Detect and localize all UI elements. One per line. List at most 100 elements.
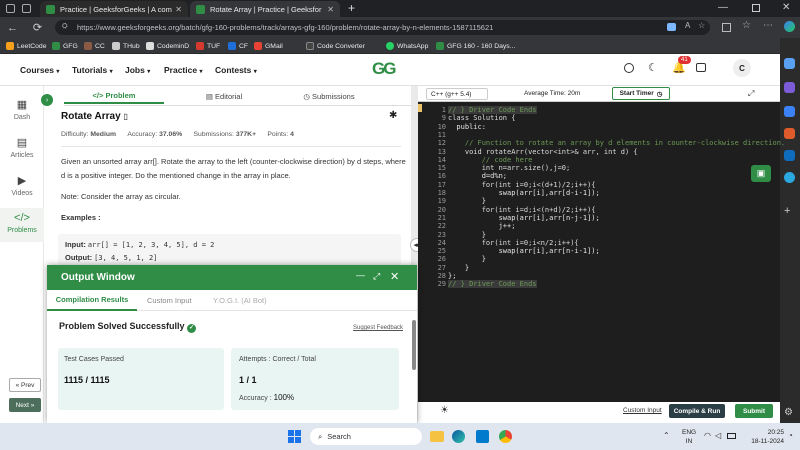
expand-nav-icon[interactable]: › xyxy=(41,94,53,106)
expand-output-icon[interactable]: ⤢ xyxy=(373,271,380,282)
bookmark-codemind[interactable]: CodeminD xyxy=(146,40,189,52)
examples-heading: Examples : xyxy=(61,213,101,222)
menu-contests[interactable]: Contests ▾ xyxy=(215,65,257,75)
read-aloud-icon[interactable]: A xyxy=(685,21,690,30)
code-line: // } Driver Code Ends xyxy=(448,280,537,289)
tab-submissions[interactable]: ◷ Submissions xyxy=(279,88,379,104)
browser-tab-2[interactable]: Rotate Array | Practice | Geeksfor ✕ xyxy=(190,1,340,17)
vscode-icon[interactable] xyxy=(476,430,489,443)
close-window-icon[interactable]: ✕ xyxy=(782,2,790,13)
bookmark-cc[interactable]: CC xyxy=(84,40,105,52)
bookmark-tuf[interactable]: TUF xyxy=(196,40,220,52)
battery-icon[interactable] xyxy=(727,433,736,439)
outlook-icon[interactable] xyxy=(784,150,795,161)
show-hidden-icons[interactable]: ⌃ xyxy=(663,431,670,440)
tab-problem[interactable]: </> Problem xyxy=(64,88,164,104)
tab-actions-icon[interactable] xyxy=(6,4,15,13)
close-tab-icon[interactable]: ✕ xyxy=(175,5,182,14)
translate-icon[interactable] xyxy=(696,63,706,72)
dark-mode-icon[interactable]: ☾ xyxy=(648,61,658,74)
language-select[interactable]: C++ (g++ 5.4) xyxy=(426,88,488,100)
tab-editorial[interactable]: ▤ Editorial xyxy=(174,88,274,104)
language-indicator[interactable]: ENG IN xyxy=(682,428,696,446)
nav-dash[interactable]: ▦ Dash xyxy=(0,98,44,121)
tab-custom-input[interactable]: Custom Input xyxy=(147,296,192,305)
bookmark-gfg[interactable]: GFG xyxy=(52,40,78,52)
edge-browser-icon[interactable] xyxy=(452,430,465,443)
more-menu-icon[interactable]: ⋯ xyxy=(763,20,773,31)
input-value: arr[] = [1, 2, 3, 4, 5], d = 2 xyxy=(87,241,215,249)
menu-practice[interactable]: Practice ▾ xyxy=(164,65,202,75)
search-icon[interactable] xyxy=(624,63,634,73)
bookmark-gfg-160[interactable]: GFG 160 - 160 Days... xyxy=(436,40,515,52)
chrome-icon[interactable] xyxy=(499,430,512,443)
office-icon[interactable] xyxy=(784,128,795,139)
nav-articles[interactable]: ▤ Articles xyxy=(0,136,44,159)
bookmark-icon[interactable]: ▯ xyxy=(123,112,127,121)
taskbar-search-box[interactable]: ⌕ Search xyxy=(310,428,422,445)
fullscreen-icon[interactable]: ⤢ xyxy=(748,89,754,99)
custom-input-link[interactable]: Custom Input xyxy=(623,407,662,414)
next-button[interactable]: Next » xyxy=(9,398,41,412)
report-bug-icon[interactable]: ✱ xyxy=(389,110,397,121)
bookmark-leetcode[interactable]: LeetCode xyxy=(6,40,46,52)
bookmark-whatsapp[interactable]: WhatsApp xyxy=(386,40,428,52)
line-number: 14 xyxy=(437,155,446,164)
suggest-feedback-link[interactable]: Suggest Feedback xyxy=(353,325,403,331)
code-line: // } Driver Code Ends xyxy=(448,106,537,114)
nav-problems[interactable]: </> Problems xyxy=(0,208,44,242)
code-line: } xyxy=(448,263,470,272)
tab-compilation-results[interactable]: Compilation Results xyxy=(47,290,137,311)
theme-toggle-icon[interactable]: ☀ xyxy=(440,405,449,416)
menu-tutorials[interactable]: Tutorials ▾ xyxy=(72,65,113,75)
maximize-window-icon[interactable] xyxy=(752,4,760,12)
browser-tab-1[interactable]: Practice | GeeksforGeeks | A com ✕ xyxy=(40,1,188,17)
file-explorer-icon[interactable] xyxy=(430,431,444,442)
telegram-icon[interactable] xyxy=(784,172,795,183)
gfg-logo[interactable]: GG xyxy=(372,59,396,79)
sidebar-settings-icon[interactable]: ⚙ xyxy=(784,407,795,418)
start-timer-button[interactable]: Start Timer ◷ xyxy=(612,87,670,100)
tab-yogi-ai-bot[interactable]: Y.O.G.I. (AI Bot) xyxy=(213,296,267,305)
tools-icon[interactable] xyxy=(784,106,795,117)
close-output-icon[interactable]: ✕ xyxy=(390,270,399,283)
volume-icon[interactable]: ◁ xyxy=(715,431,721,440)
address-bar[interactable]: ⛭ https://www.geeksforgeeks.org/batch/gf… xyxy=(55,20,710,35)
output-scrollbar[interactable] xyxy=(412,320,416,370)
nav-videos[interactable]: ▶ Videos xyxy=(0,174,44,197)
shopping-icon[interactable] xyxy=(784,82,795,93)
code-area[interactable]: 1// } Driver Code Ends 9 class Solution {1… xyxy=(418,104,785,402)
minimize-output-icon[interactable]: — xyxy=(356,270,365,280)
clock[interactable]: 20:25 18-11-2024 xyxy=(744,428,784,446)
favorite-star-icon[interactable]: ☆ xyxy=(698,21,705,30)
back-arrow-icon[interactable]: ← xyxy=(5,20,20,35)
avatar[interactable]: C xyxy=(733,59,751,77)
bookmark-code-converter[interactable]: Code Converter xyxy=(306,40,365,52)
copilot-icon[interactable] xyxy=(784,21,795,32)
bookmark-gmail[interactable]: GMail xyxy=(254,40,283,52)
minimize-window-icon[interactable]: — xyxy=(718,2,728,13)
favorites-icon[interactable]: ☆ xyxy=(742,20,751,31)
compile-run-button[interactable]: Compile & Run xyxy=(669,404,725,418)
refresh-icon[interactable]: ⟳ xyxy=(30,20,45,35)
menu-jobs[interactable]: Jobs ▾ xyxy=(125,65,150,75)
add-sidebar-icon[interactable]: + xyxy=(784,205,795,217)
bookmark-label: GFG 160 - 160 Days... xyxy=(447,42,516,50)
start-menu-icon[interactable] xyxy=(288,430,301,443)
submit-button[interactable]: Submit xyxy=(735,404,773,418)
notifications-icon[interactable]: ◔ xyxy=(788,431,793,440)
menu-label: Courses xyxy=(20,65,55,75)
prev-button[interactable]: « Prev xyxy=(9,378,41,392)
bookmark-cf[interactable]: CF xyxy=(228,40,248,52)
wifi-icon[interactable]: ◠ xyxy=(704,431,711,440)
chat-icon[interactable]: ▣ xyxy=(751,165,771,182)
new-tab-button[interactable]: + xyxy=(348,1,355,15)
extension-icon[interactable] xyxy=(667,23,676,31)
tab-list-icon[interactable] xyxy=(22,4,31,13)
menu-courses[interactable]: Courses ▾ xyxy=(20,65,59,75)
bookmark-thub[interactable]: THub xyxy=(112,40,140,52)
site-info-icon[interactable]: ⛭ xyxy=(62,23,68,31)
close-tab-icon[interactable]: ✕ xyxy=(327,5,334,14)
search-sidebar-icon[interactable] xyxy=(784,58,795,69)
split-screen-icon[interactable] xyxy=(722,23,731,32)
